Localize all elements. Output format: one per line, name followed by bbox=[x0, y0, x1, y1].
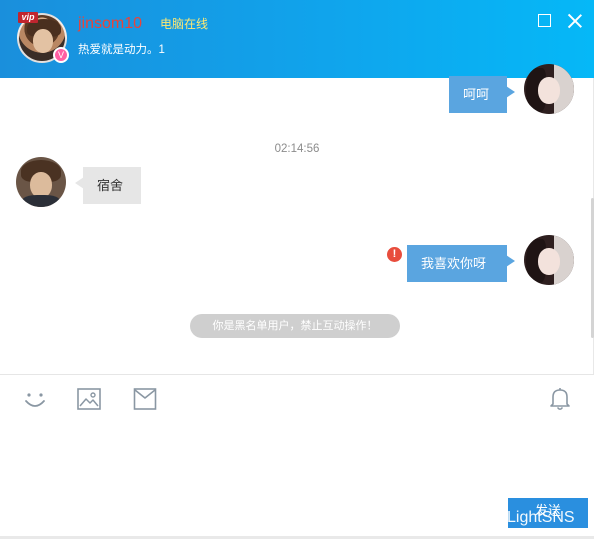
level-badge-icon: V bbox=[53, 47, 69, 63]
send-failed-icon[interactable]: ! bbox=[387, 247, 402, 262]
smile-icon bbox=[25, 393, 45, 407]
message-timestamp: 02:14:56 bbox=[274, 143, 320, 155]
mail-icon bbox=[133, 388, 157, 410]
vip-badge: vip bbox=[18, 12, 38, 23]
avatar-face bbox=[538, 77, 560, 104]
online-status: 电脑在线 bbox=[160, 17, 209, 31]
maximize-button[interactable] bbox=[537, 13, 553, 29]
emoji-button[interactable] bbox=[22, 386, 48, 412]
lightsns-watermark: LightSNS bbox=[507, 509, 575, 526]
message-list[interactable]: 呵呵 02:14:56 宿舍 ! 我喜欢你呀 你是黑名单用户，禁止互动操作！ bbox=[0, 64, 594, 374]
contact-message-avatar[interactable] bbox=[16, 157, 66, 207]
image-icon bbox=[77, 388, 101, 410]
notification-button[interactable] bbox=[547, 386, 573, 412]
avatar-face bbox=[33, 29, 53, 53]
input-toolbar bbox=[0, 374, 594, 424]
message-input[interactable] bbox=[12, 428, 582, 492]
my-avatar[interactable] bbox=[524, 235, 574, 285]
contact-signature: 热爱就是动力。1 bbox=[78, 44, 165, 56]
message-bubble-sent[interactable]: 呵呵 bbox=[449, 76, 515, 113]
maximize-icon bbox=[538, 14, 551, 27]
avatar-face bbox=[538, 248, 560, 275]
my-avatar[interactable] bbox=[524, 64, 574, 114]
bell-icon bbox=[550, 388, 570, 411]
chat-window: vip V jinsom10 电脑在线 热爱就是动力。1 呵呵 02:14:56… bbox=[0, 0, 594, 539]
chat-header: vip V jinsom10 电脑在线 热爱就是动力。1 bbox=[0, 0, 594, 78]
contact-nickname[interactable]: jinsom10 bbox=[78, 15, 142, 33]
message-bubble-received[interactable]: 宿舍 bbox=[75, 167, 141, 204]
close-button[interactable] bbox=[567, 13, 583, 29]
message-input-area bbox=[0, 424, 594, 532]
blacklist-notice: 你是黑名单用户，禁止互动操作！ bbox=[190, 314, 400, 338]
mail-button[interactable] bbox=[132, 386, 158, 412]
send-image-button[interactable] bbox=[76, 386, 102, 412]
avatar-shirt bbox=[22, 195, 60, 207]
message-bubble-sent[interactable]: 我喜欢你呀 bbox=[407, 245, 515, 282]
